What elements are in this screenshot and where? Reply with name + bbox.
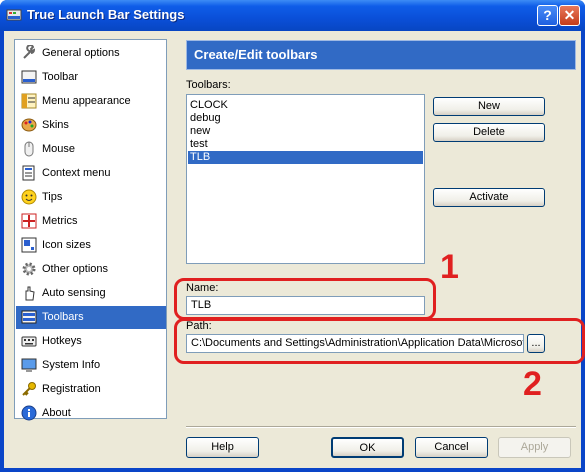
sidebar-item-registration[interactable]: Registration: [16, 378, 166, 401]
help-title-button[interactable]: ?: [537, 5, 558, 26]
gear-icon: [22, 262, 36, 276]
wrench-icon: [23, 45, 36, 59]
settings-nav: General options Toolbar Menu appearance …: [14, 39, 167, 421]
new-button[interactable]: New: [433, 97, 545, 116]
sidebar-item-menu-appearance[interactable]: Menu appearance: [16, 90, 166, 113]
tips-icon: [21, 189, 37, 205]
list-item[interactable]: CLOCK: [188, 99, 423, 112]
sidebar-item-metrics[interactable]: Metrics: [16, 210, 166, 233]
dialog-body: General options Toolbar Menu appearance …: [4, 31, 585, 468]
sidebar-item-toolbars[interactable]: Toolbars: [16, 306, 166, 329]
sidebar-item-skins[interactable]: Skins: [16, 114, 166, 137]
mouse-icon: [24, 141, 34, 157]
toolbar-icon: [21, 70, 37, 84]
footer-divider: [186, 426, 576, 428]
page-title: Create/Edit toolbars: [194, 47, 318, 62]
list-item[interactable]: new: [188, 125, 423, 138]
window-title: True Launch Bar Settings: [27, 7, 185, 22]
help-button[interactable]: Help: [186, 437, 259, 458]
hand-icon: [25, 286, 35, 301]
toolbars-icon: [21, 310, 37, 324]
sidebar-item-system-info[interactable]: System Info: [16, 354, 166, 377]
ok-button[interactable]: OK: [331, 437, 404, 458]
info-icon: [21, 405, 37, 421]
monitor-icon: [21, 358, 37, 372]
delete-button[interactable]: Delete: [433, 123, 545, 142]
sidebar-item-icon-sizes[interactable]: Icon sizes: [16, 234, 166, 257]
sidebar-item-tips[interactable]: Tips: [16, 186, 166, 209]
activate-button[interactable]: Activate: [433, 188, 545, 207]
settings-window: True Launch Bar Settings ? ✕ General opt…: [0, 0, 585, 472]
app-icon: [6, 9, 22, 21]
page-header: Create/Edit toolbars: [186, 40, 576, 70]
cancel-button[interactable]: Cancel: [415, 437, 488, 458]
sidebar-item-other-options[interactable]: Other options: [16, 258, 166, 281]
hotkeys-icon: [21, 336, 37, 347]
key-icon: [22, 382, 36, 396]
sidebar-item-toolbar[interactable]: Toolbar: [16, 66, 166, 89]
apply-button[interactable]: Apply: [498, 437, 571, 458]
menu-icon: [21, 93, 37, 109]
toolbars-label: Toolbars:: [186, 79, 231, 91]
annotation-number-1: 1: [440, 248, 459, 286]
sidebar-item-auto-sensing[interactable]: Auto sensing: [16, 282, 166, 305]
metrics-icon: [21, 213, 37, 229]
context-menu-icon: [22, 165, 35, 181]
list-item[interactable]: test: [188, 138, 423, 151]
list-item[interactable]: debug: [188, 112, 423, 125]
close-title-button[interactable]: ✕: [559, 5, 580, 26]
sidebar-item-mouse[interactable]: Mouse: [16, 138, 166, 161]
sidebar-item-general-options[interactable]: General options: [16, 42, 166, 65]
sidebar-item-context-menu[interactable]: Context menu: [16, 162, 166, 185]
annotation-box-path: [174, 318, 585, 364]
toolbars-listbox[interactable]: CLOCK debug new test TLB: [186, 94, 425, 264]
sidebar-item-about[interactable]: About: [16, 402, 166, 425]
annotation-number-2: 2: [523, 365, 542, 403]
sidebar-item-hotkeys[interactable]: Hotkeys: [16, 330, 166, 353]
list-item-selected[interactable]: TLB: [188, 151, 423, 164]
annotation-box-name: [174, 278, 436, 320]
title-bar[interactable]: True Launch Bar Settings ? ✕: [0, 0, 585, 31]
palette-icon: [21, 118, 37, 132]
icon-sizes-icon: [21, 237, 37, 253]
